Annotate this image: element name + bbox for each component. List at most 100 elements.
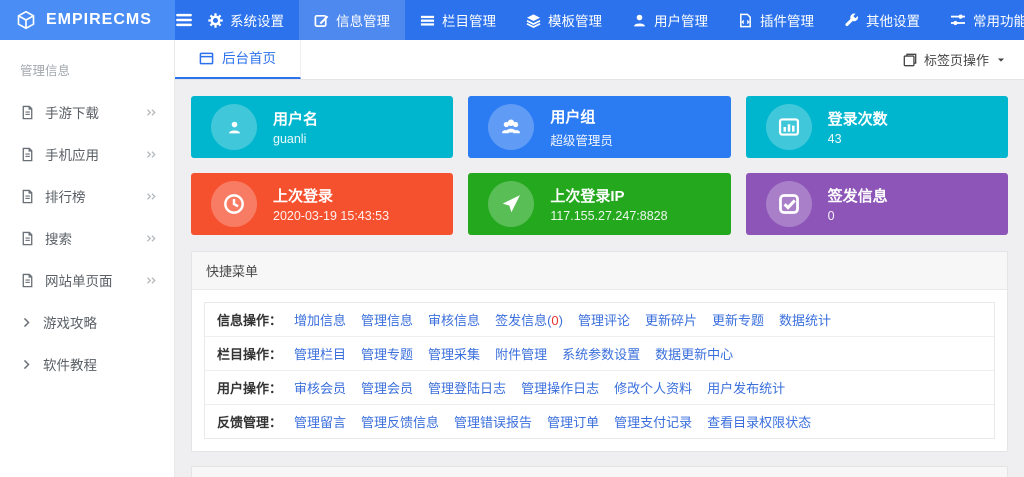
sidebar-item-ranking[interactable]: 排行榜 <box>0 175 174 217</box>
card-value: 超级管理员 <box>550 130 613 149</box>
quick-link[interactable]: 更新专题 <box>712 310 764 329</box>
document-icon <box>20 105 35 120</box>
sidebar-item-mobile-app[interactable]: 手机应用 <box>0 133 174 175</box>
card-login-count[interactable]: 登录次数43 <box>746 96 1008 158</box>
card-username[interactable]: 用户名guanli <box>191 96 453 158</box>
wrench-icon <box>844 13 859 28</box>
quick-menu-row-feedback-ops: 反馈管理：管理留言管理反馈信息管理错误报告管理订单管理支付记录查看目录权限状态 <box>205 405 994 438</box>
nav-item-user-management[interactable]: 用户管理 <box>617 0 723 40</box>
document-icon <box>20 273 35 288</box>
card-last-login-ip[interactable]: 上次登录IP 117.155.27.247:8828 <box>468 173 730 235</box>
quick-link[interactable]: 查看目录权限状态 <box>707 412 811 431</box>
quick-menu-row-label: 栏目操作： <box>217 344 282 363</box>
quick-link[interactable]: 管理支付记录 <box>614 412 692 431</box>
quick-link[interactable]: 管理订单 <box>547 412 599 431</box>
card-title: 用户组 <box>550 106 613 127</box>
quick-link[interactable]: 管理登陆日志 <box>428 378 506 397</box>
quick-link[interactable]: 审核信息 <box>428 310 480 329</box>
nav-item-system-settings[interactable]: 系统设置 <box>193 0 299 40</box>
quick-link[interactable]: 管理信息 <box>361 310 413 329</box>
card-value: 2020-03-19 15:43:53 <box>273 209 389 223</box>
quick-link[interactable]: 系统参数设置 <box>562 344 640 363</box>
card-usergroup[interactable]: 用户组超级管理员 <box>468 96 730 158</box>
nav-item-other-settings[interactable]: 其他设置 <box>829 0 935 40</box>
nav-item-common-functions[interactable]: 常用功能 <box>935 0 1024 40</box>
quick-link[interactable]: 管理栏目 <box>294 344 346 363</box>
sidebar-item-site-single-page[interactable]: 网站单页面 <box>0 259 174 301</box>
sidebar-item-label: 网站单页面 <box>45 270 113 290</box>
quick-link[interactable]: 增加信息 <box>294 310 346 329</box>
app-logo: EMPIRECMS <box>0 0 175 40</box>
nav-item-column-management[interactable]: 栏目管理 <box>405 0 511 40</box>
quick-link[interactable]: 管理反馈信息 <box>361 412 439 431</box>
double-chevron-icon <box>145 106 158 119</box>
quick-menu-title: 快捷菜单 <box>192 252 1007 290</box>
page-layout: 管理信息 手游下载手机应用排行榜搜索网站单页面游戏攻略软件教程 后台首页 标签页… <box>0 40 1024 477</box>
quick-link[interactable]: 管理会员 <box>361 378 413 397</box>
quick-link[interactable]: 管理留言 <box>294 412 346 431</box>
nav-item-info-management[interactable]: 信息管理 <box>299 0 405 40</box>
users-icon <box>488 104 534 150</box>
chart-icon <box>766 104 812 150</box>
card-text: 签发信息 0 <box>828 185 888 223</box>
card-text: 用户名guanli <box>273 108 318 146</box>
sidebar-item-game-guide[interactable]: 游戏攻略 <box>0 301 174 343</box>
quick-link[interactable]: 修改个人资料 <box>614 378 692 397</box>
quick-menu-row-column-ops: 栏目操作： 管理栏目管理专题管理采集附件管理系统参数设置数据更新中心 <box>205 337 994 371</box>
sidebar-item-label: 搜索 <box>45 228 72 248</box>
card-title: 用户名 <box>273 108 318 129</box>
card-value: 117.155.27.247:8828 <box>550 209 667 223</box>
tab-actions-label: 标签页操作 <box>924 50 989 69</box>
cube-logo-icon <box>16 10 36 30</box>
double-chevron-icon <box>145 232 158 245</box>
double-chevron-icon <box>145 190 158 203</box>
quick-link[interactable]: 管理错误报告 <box>454 412 532 431</box>
user-icon <box>211 104 257 150</box>
quick-link[interactable]: 签发信息(0) <box>495 310 563 329</box>
quick-link[interactable]: 管理操作日志 <box>521 378 599 397</box>
card-last-login[interactable]: 上次登录2020-03-19 15:43:53 <box>191 173 453 235</box>
quick-menu-table: 信息操作： 增加信息管理信息审核信息签发信息(0) 管理评论更新碎片更新专题数据统计… <box>204 302 995 439</box>
sidebar-toggle-button[interactable] <box>175 0 193 40</box>
quick-menu-row-label: 信息操作： <box>217 310 282 329</box>
nav-item-template-management[interactable]: 模板管理 <box>511 0 617 40</box>
sidebar-item-software-tutorial[interactable]: 软件教程 <box>0 343 174 385</box>
quick-link[interactable]: 用户发布统计 <box>707 378 785 397</box>
navbar-menu: 系统设置 信息管理 栏目管理模板管理用户管理 插件管理其他设置 常用功能 <box>193 0 1024 40</box>
card-text: 上次登录2020-03-19 15:43:53 <box>273 185 389 223</box>
sliders-icon <box>950 12 966 28</box>
nav-item-label: 插件管理 <box>760 10 814 30</box>
quick-link[interactable]: 管理评论 <box>578 310 630 329</box>
card-value: 0 <box>828 209 888 223</box>
quick-menu-row-user-ops: 用户操作： 审核会员管理会员管理登陆日志管理操作日志修改个人资料用户发布统计 <box>205 371 994 405</box>
quick-link[interactable]: 更新碎片 <box>645 310 697 329</box>
nav-item-label: 常用功能 <box>973 10 1024 30</box>
quick-link[interactable]: 审核会员 <box>294 378 346 397</box>
card-title: 签发信息 <box>828 185 888 206</box>
sidebar-item-label: 手机应用 <box>45 144 99 164</box>
quick-menu-row-label: 用户操作： <box>217 378 282 397</box>
double-chevron-icon <box>145 274 158 287</box>
card-title: 上次登录IP <box>550 185 667 206</box>
nav-item-label: 栏目管理 <box>442 10 496 30</box>
quick-link[interactable]: 数据统计 <box>779 310 831 329</box>
tabs-icon <box>903 53 917 67</box>
send-icon <box>488 181 534 227</box>
sidebar-item-search[interactable]: 搜索 <box>0 217 174 259</box>
nav-item-label: 信息管理 <box>336 10 390 30</box>
caret-down-icon <box>996 55 1006 65</box>
gear-icon <box>208 13 223 28</box>
quick-menu-panel: 快捷菜单 信息操作： 增加信息管理信息审核信息签发信息(0) 管理评论更新碎片更新专… <box>191 251 1008 452</box>
quick-link[interactable]: 管理专题 <box>361 344 413 363</box>
tab-dashboard[interactable]: 后台首页 <box>175 40 301 79</box>
sidebar-item-label: 游戏攻略 <box>43 312 97 332</box>
layers-icon <box>526 13 541 28</box>
quick-link[interactable]: 附件管理 <box>495 344 547 363</box>
tab-actions-button[interactable]: 标签页操作 <box>885 40 1024 79</box>
chevron-right-icon <box>20 358 33 371</box>
nav-item-plugin-management[interactable]: 插件管理 <box>723 0 829 40</box>
quick-link[interactable]: 数据更新中心 <box>655 344 733 363</box>
quick-link[interactable]: 管理采集 <box>428 344 480 363</box>
card-sign-info[interactable]: 签发信息 0 <box>746 173 1008 235</box>
sidebar-item-mobile-game-download[interactable]: 手游下载 <box>0 91 174 133</box>
